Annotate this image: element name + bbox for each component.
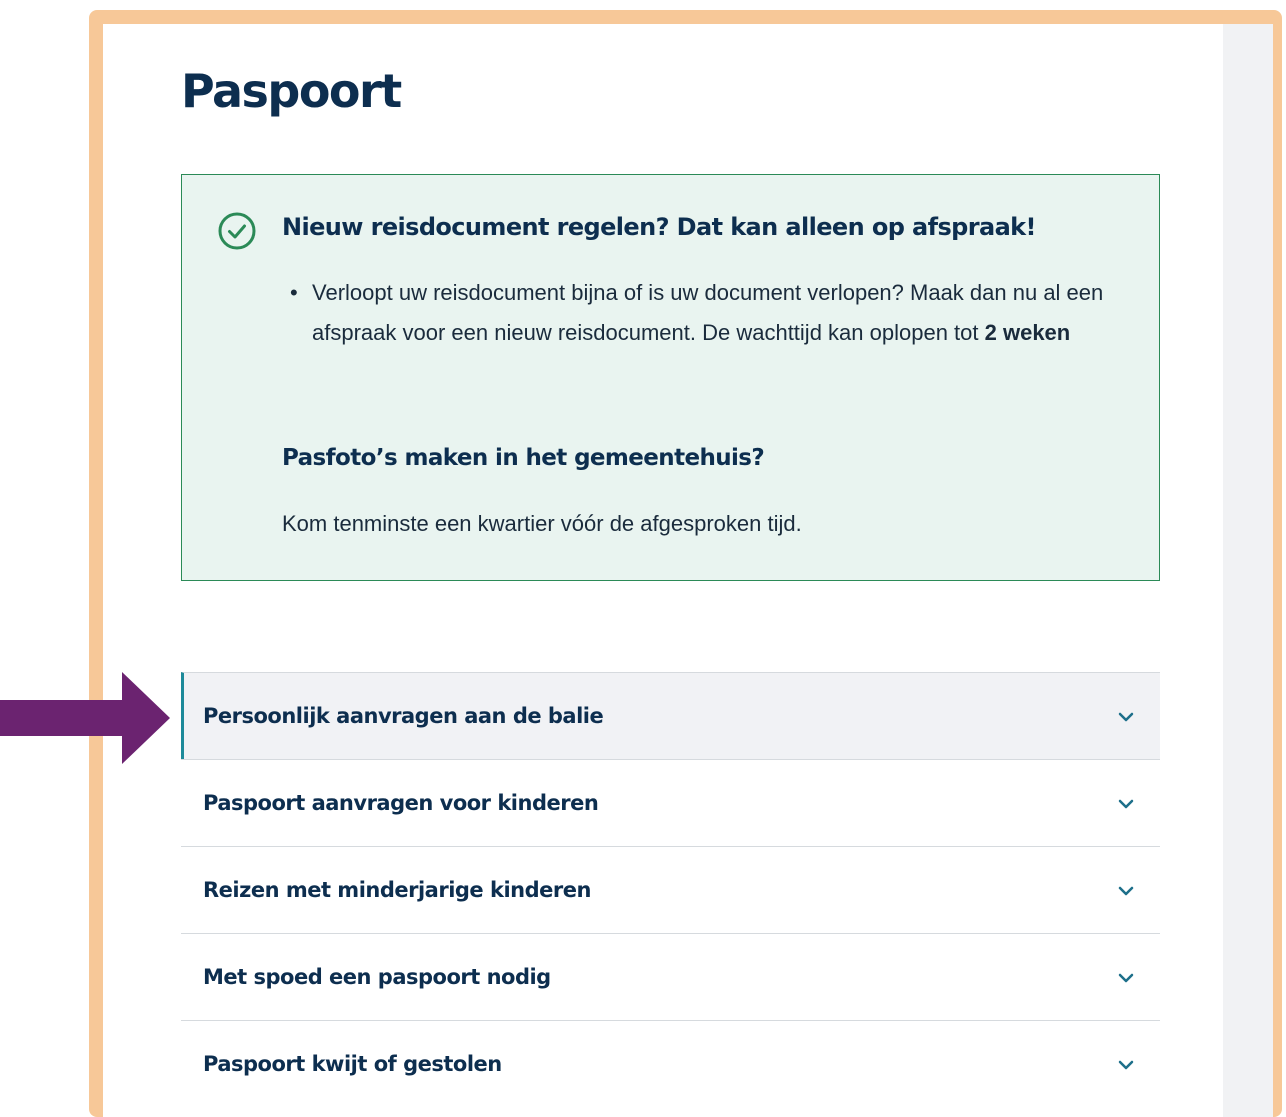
accordion-item-label: Paspoort kwijt of gestolen <box>203 1052 502 1076</box>
notice-subtitle: Pasfoto’s maken in het gemeentehuis? <box>282 445 765 471</box>
notice-text: Kom tenminste een kwartier vóór de afges… <box>282 511 802 536</box>
notice-title: Nieuw reisdocument regelen? Dat kan alle… <box>282 213 1037 241</box>
accordion-item-persoonlijk-aanvragen[interactable]: Persoonlijk aanvragen aan de balie <box>181 672 1160 759</box>
side-panel <box>1223 24 1273 1117</box>
notice-list: Verloopt uw reisdocument bijna of is uw … <box>290 273 1110 353</box>
notice-box: Nieuw reisdocument regelen? Dat kan alle… <box>181 174 1160 581</box>
accordion-item-reizen-minderjarige[interactable]: Reizen met minderjarige kinderen <box>181 846 1160 933</box>
page-title: Paspoort <box>181 64 402 118</box>
accordion: Persoonlijk aanvragen aan de balie Paspo… <box>181 672 1160 1107</box>
chevron-down-icon[interactable] <box>1116 968 1136 988</box>
chevron-down-icon[interactable] <box>1116 707 1136 727</box>
chevron-down-icon[interactable] <box>1116 881 1136 901</box>
accordion-item-kwijt-gestolen[interactable]: Paspoort kwijt of gestolen <box>181 1020 1160 1107</box>
check-circle-icon <box>218 212 256 250</box>
accordion-item-paspoort-kinderen[interactable]: Paspoort aanvragen voor kinderen <box>181 759 1160 846</box>
page-content: Paspoort Nieuw reisdocument regelen? Dat… <box>103 24 1223 1117</box>
accordion-item-label: Paspoort aanvragen voor kinderen <box>203 791 599 815</box>
notice-bullet-emphasis: 2 weken <box>984 320 1071 345</box>
chevron-down-icon[interactable] <box>1116 1055 1136 1075</box>
accordion-item-label: Reizen met minderjarige kinderen <box>203 878 591 902</box>
notice-bullet: Verloopt uw reisdocument bijna of is uw … <box>290 273 1110 353</box>
accordion-item-spoed-paspoort[interactable]: Met spoed een paspoort nodig <box>181 933 1160 1020</box>
accordion-item-label: Persoonlijk aanvragen aan de balie <box>203 704 604 728</box>
accordion-item-label: Met spoed een paspoort nodig <box>203 965 551 989</box>
pointer-arrow-icon <box>0 672 170 764</box>
chevron-down-icon[interactable] <box>1116 794 1136 814</box>
